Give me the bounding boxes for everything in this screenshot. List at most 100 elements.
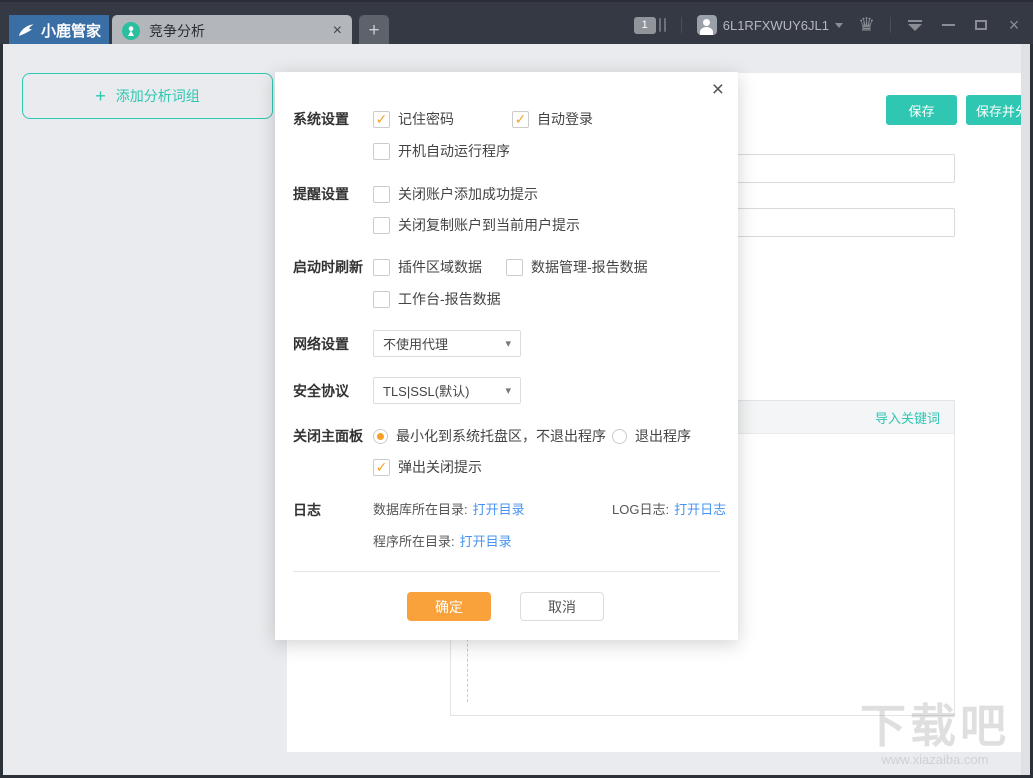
chevron-down-icon: ▾ (505, 385, 511, 397)
network-settings-row: 网络设置 不使用代理 ▾ (275, 330, 738, 357)
minimize-to-tray-button[interactable] (906, 16, 924, 34)
user-account-menu[interactable]: 6L1RFXWUY6JL1 (696, 15, 843, 35)
tab-label: 竞争分析 (149, 22, 205, 39)
checkbox-workbench-report[interactable]: ✓ 工作台-报告数据 (373, 290, 501, 308)
radio-label: 退出程序 (635, 428, 691, 444)
import-keywords-link[interactable]: 导入关键词 (875, 408, 940, 427)
chevron-down-icon: ▾ (505, 338, 511, 350)
section-label-network: 网络设置 (293, 336, 349, 352)
titlebar-right: 1 6L1RFXWUY6JL1 ♛ × (633, 4, 1023, 46)
tray-chevron-icon (908, 19, 922, 31)
section-label-refresh: 启动时刷新 (293, 259, 363, 275)
titlebar-divider (890, 17, 891, 33)
chevron-down-icon (834, 22, 843, 28)
checkbox-box: ✓ (373, 290, 390, 308)
plus-icon: + (368, 19, 380, 41)
security-protocol-row: 安全协议 TLS|SSL(默认) ▾ (275, 377, 738, 404)
new-tab-button[interactable]: + (359, 15, 389, 46)
check-icon: ✓ (375, 459, 388, 475)
settings-dialog: × 系统设置 ✓ 记住密码 ✓ 自动登录 ✓ 开机自动运行程序 提醒设置 ✓ (275, 72, 738, 640)
maximize-icon (975, 20, 987, 30)
badge-bar-icon (663, 18, 666, 32)
user-id: 6L1RFXWUY6JL1 (722, 17, 829, 33)
checkbox-close-copy-account-tip[interactable]: ✓ 关闭复制账户到当前用户提示 (373, 216, 580, 234)
checkbox-label: 开机自动运行程序 (398, 143, 510, 159)
ok-button[interactable]: 确定 (407, 592, 491, 621)
checkbox-box: ✓ (373, 110, 390, 128)
checkbox-close-account-added-tip[interactable]: ✓ 关闭账户添加成功提示 (373, 185, 538, 203)
checkbox-box: ✓ (506, 258, 523, 276)
tab-close-icon[interactable]: × (333, 22, 342, 39)
refresh-settings-row2: ✓ 工作台-报告数据 (275, 290, 738, 308)
checkbox-box: ✓ (512, 110, 529, 128)
broadcast-icon (122, 21, 140, 40)
save-and-share-button[interactable]: 保存并分 (966, 95, 1021, 125)
titlebar-divider (680, 17, 682, 33)
dialog-close-icon[interactable]: × (712, 79, 724, 100)
system-settings-row2: ✓ 开机自动运行程序 (275, 142, 738, 160)
checkbox-box: ✓ (373, 258, 390, 276)
checkbox-data-mgmt-report[interactable]: ✓ 数据管理-报告数据 (506, 258, 648, 276)
select-value: TLS|SSL(默认) (383, 384, 470, 399)
checkbox-remember-password[interactable]: ✓ 记住密码 (373, 110, 454, 128)
refresh-settings-row: 启动时刷新 ✓ 插件区域数据 ✓ 数据管理-报告数据 (275, 258, 738, 276)
section-label-logs: 日志 (293, 502, 321, 518)
section-label-security: 安全协议 (293, 383, 349, 399)
add-analysis-group-label: 添加分析词组 (115, 88, 200, 104)
logs-row: 日志 数据库所在目录: 打开目录 LOG日志: 打开日志 (275, 501, 738, 519)
close-panel-row2: ✓ 弹出关闭提示 (275, 458, 738, 476)
checkbox-label: 弹出关闭提示 (398, 459, 482, 475)
check-icon: ✓ (375, 111, 388, 127)
app-logo: 小鹿管家 (9, 15, 109, 46)
tab-competition-analysis[interactable]: 竞争分析 × (112, 15, 352, 46)
checkbox-box: ✓ (373, 185, 390, 203)
radio-dot (377, 432, 384, 440)
checkbox-box: ✓ (373, 216, 390, 234)
checkbox-plugin-area-data[interactable]: ✓ 插件区域数据 (373, 258, 482, 276)
app-logo-icon (17, 22, 35, 40)
window-close-button[interactable]: × (1005, 16, 1023, 34)
open-db-dir-link[interactable]: 打开目录 (473, 501, 525, 519)
radio-minimize-to-tray[interactable]: 最小化到系统托盘区，不退出程序 (373, 427, 606, 445)
checkbox-label: 关闭账户添加成功提示 (398, 186, 538, 202)
checkbox-popup-close-tip[interactable]: ✓ 弹出关闭提示 (373, 458, 482, 476)
crown-icon[interactable]: ♛ (858, 16, 875, 35)
select-value: 不使用代理 (383, 337, 449, 352)
checkbox-label: 关闭复制账户到当前用户提示 (398, 217, 580, 233)
checkbox-label: 记住密码 (398, 111, 454, 127)
security-protocol-select[interactable]: TLS|SSL(默认) ▾ (373, 377, 521, 404)
close-icon: × (1008, 15, 1020, 35)
dialog-divider (293, 571, 720, 572)
reminder-settings-row: 提醒设置 ✓ 关闭账户添加成功提示 (275, 185, 738, 203)
app-window: 小鹿管家 竞争分析 × + 1 6L1RFXWUY6JL1 ♛ × + 添加分析… (0, 0, 1033, 778)
system-settings-row: 系统设置 ✓ 记住密码 ✓ 自动登录 (275, 110, 738, 128)
open-app-dir-link[interactable]: 打开目录 (460, 533, 512, 551)
log-file-group: LOG日志: 打开日志 (612, 501, 726, 519)
checkbox-auto-login[interactable]: ✓ 自动登录 (512, 110, 593, 128)
checkbox-auto-run-on-boot[interactable]: ✓ 开机自动运行程序 (373, 142, 510, 160)
section-label-system: 系统设置 (293, 111, 349, 127)
radio-circle (373, 428, 388, 444)
plus-icon: + (95, 86, 106, 106)
notification-badge[interactable]: 1 (633, 16, 666, 34)
network-proxy-select[interactable]: 不使用代理 ▾ (373, 330, 521, 357)
checkbox-label: 工作台-报告数据 (398, 291, 501, 307)
logs-row2: 程序所在目录: 打开目录 (275, 533, 738, 551)
db-dir-group: 数据库所在目录: 打开目录 (373, 501, 525, 519)
minimize-button[interactable] (939, 16, 957, 34)
add-analysis-group-button[interactable]: + 添加分析词组 (22, 73, 273, 119)
save-button[interactable]: 保存 (886, 95, 957, 125)
radio-circle (612, 428, 627, 444)
maximize-button[interactable] (972, 16, 990, 34)
open-log-link[interactable]: 打开日志 (674, 501, 726, 519)
watermark-url: www.xiazaiba.com (881, 752, 989, 767)
titlebar: 小鹿管家 竞争分析 × + 1 6L1RFXWUY6JL1 ♛ × (0, 0, 1033, 46)
scrollbar[interactable] (1021, 44, 1030, 775)
radio-exit-program[interactable]: 退出程序 (612, 427, 691, 445)
app-dir-text: 程序所在目录: (373, 534, 455, 549)
user-avatar-icon (696, 15, 717, 35)
app-dir-group: 程序所在目录: 打开目录 (373, 533, 512, 551)
cancel-button[interactable]: 取消 (520, 592, 604, 621)
checkbox-label: 插件区域数据 (398, 259, 482, 275)
section-label-reminder: 提醒设置 (293, 186, 349, 202)
